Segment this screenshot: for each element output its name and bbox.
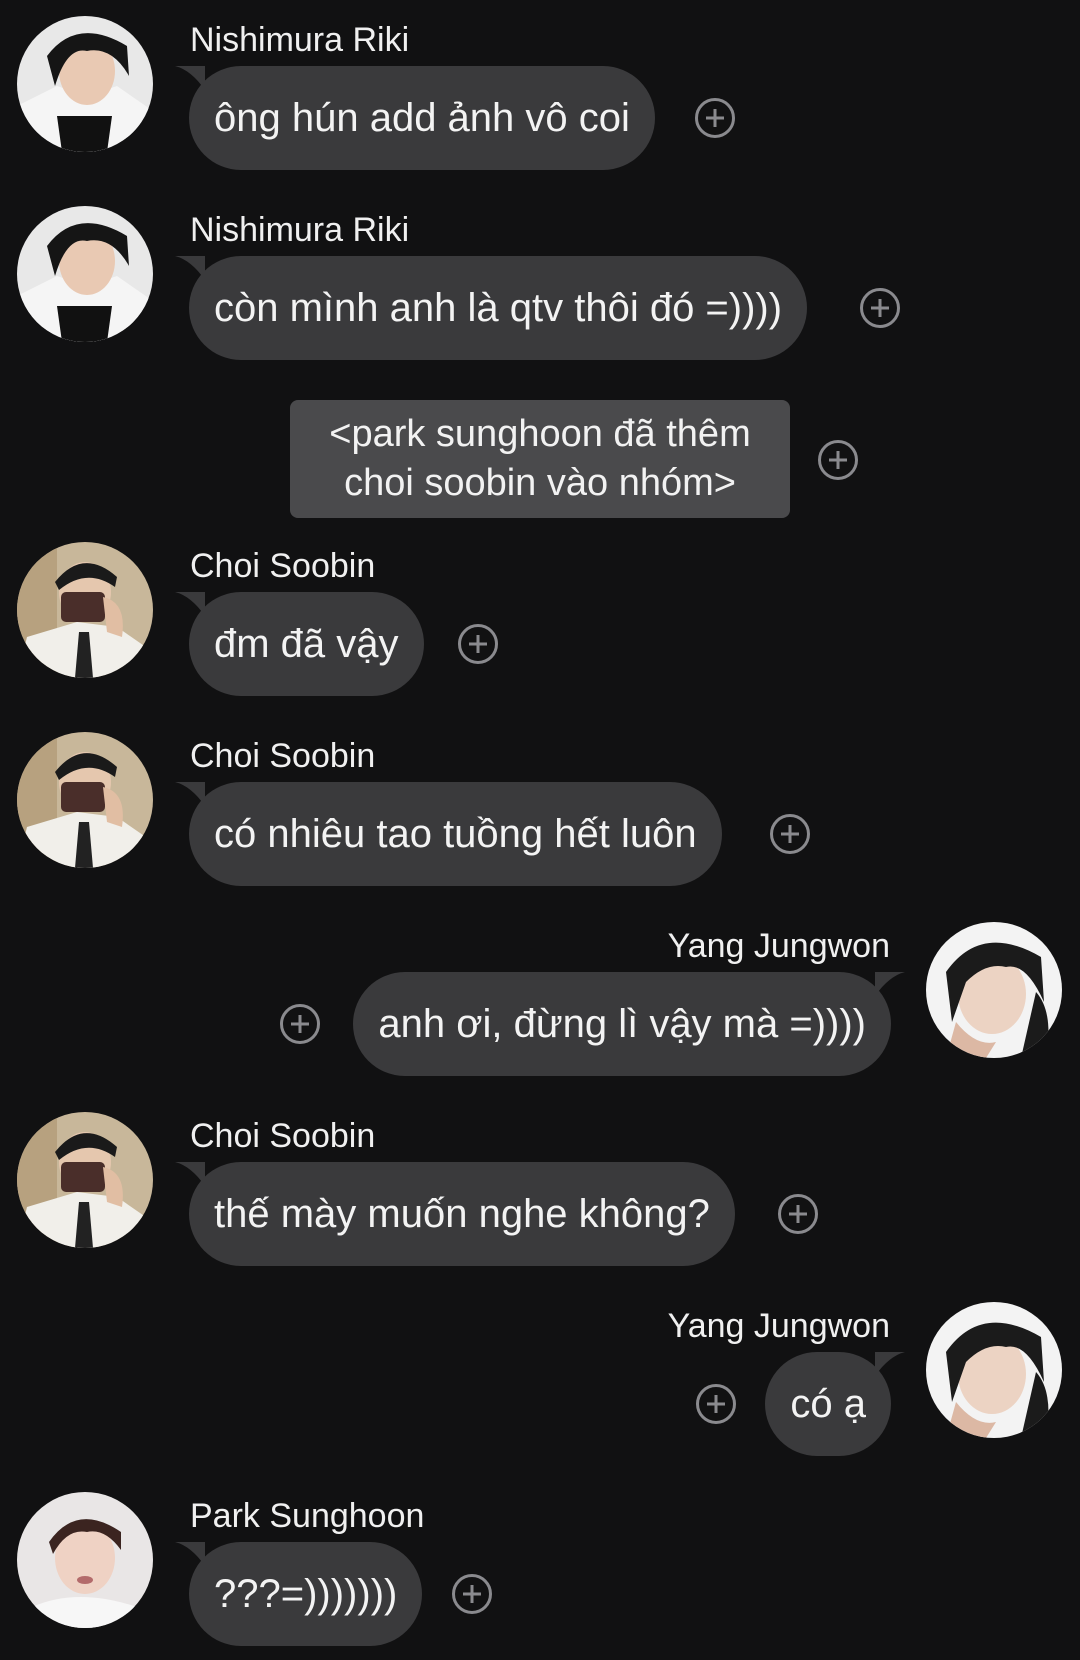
system-message-line: choi soobin vào nhóm> [344, 462, 736, 504]
chat-thread: Nishimura Riki ông hún add ảnh vô coi Ni… [0, 0, 1080, 1660]
avatar-nishimura-riki[interactable] [17, 206, 153, 342]
system-message-line: <park sunghoon đã thêm [329, 413, 751, 455]
bubble-tail [175, 782, 205, 806]
avatar-image [926, 922, 1062, 1058]
sender-name: Yang Jungwon [667, 927, 890, 965]
avatar-choi-soobin[interactable] [17, 1112, 153, 1248]
message-bubble[interactable]: còn mình anh là qtv thôi đó =)))) [175, 256, 808, 360]
bubble-tail [875, 1352, 905, 1376]
add-reaction-icon[interactable] [770, 814, 810, 854]
message-bubble[interactable]: thế mày muốn nghe không? [175, 1162, 735, 1266]
avatar-yang-jungwon[interactable] [926, 1302, 1062, 1438]
add-reaction-icon[interactable] [452, 1574, 492, 1614]
add-reaction-icon[interactable] [778, 1194, 818, 1234]
message-text: ???=))))))) [214, 1571, 398, 1616]
message-text: anh ơi, đừng lì vậy mà =)))) [378, 1001, 866, 1046]
message-bubble[interactable]: đm đã vậy [175, 592, 424, 696]
sender-name: Nishimura Riki [190, 211, 410, 249]
bubble-tail [175, 256, 205, 280]
add-reaction-icon[interactable] [458, 624, 498, 664]
message-text: ông hún add ảnh vô coi [214, 95, 630, 140]
sender-name: Choi Soobin [190, 737, 376, 775]
bubble-tail [175, 592, 205, 616]
message-bubble[interactable]: có ạ [765, 1352, 905, 1456]
bubble-tail [175, 1542, 205, 1566]
message-text: thế mày muốn nghe không? [214, 1191, 710, 1236]
message-text: có nhiêu tao tuồng hết luôn [214, 811, 697, 856]
message-bubble[interactable]: có nhiêu tao tuồng hết luôn [175, 782, 722, 886]
message-text: đm đã vậy [214, 621, 399, 666]
avatar-park-sunghoon[interactable] [17, 1492, 153, 1628]
avatar-image [17, 16, 153, 152]
sender-name: Choi Soobin [190, 1117, 376, 1155]
avatar-image [17, 732, 153, 868]
sender-name: Yang Jungwon [667, 1307, 890, 1345]
avatar-image [17, 1492, 153, 1628]
bubble-tail [875, 972, 905, 996]
sender-name: Choi Soobin [190, 547, 376, 585]
avatar-image [17, 542, 153, 678]
bubble-tail [175, 1162, 205, 1186]
add-reaction-icon[interactable] [860, 288, 900, 328]
system-message: <park sunghoon đã thêm choi soobin vào n… [290, 400, 790, 518]
add-reaction-icon[interactable] [696, 1384, 736, 1424]
avatar-image [17, 206, 153, 342]
sender-name: Park Sunghoon [190, 1497, 425, 1535]
bubble-tail [175, 66, 205, 90]
message-text: còn mình anh là qtv thôi đó =)))) [214, 285, 783, 330]
message-text: có ạ [790, 1381, 866, 1426]
message-bubble[interactable]: ???=))))))) [175, 1542, 423, 1646]
sender-name: Nishimura Riki [190, 21, 410, 59]
avatar-yang-jungwon[interactable] [926, 922, 1062, 1058]
avatar-choi-soobin[interactable] [17, 732, 153, 868]
add-reaction-icon[interactable] [818, 440, 858, 480]
message-bubble[interactable]: anh ơi, đừng lì vậy mà =)))) [353, 972, 905, 1076]
message-bubble[interactable]: ông hún add ảnh vô coi [175, 66, 655, 170]
add-reaction-icon[interactable] [695, 98, 735, 138]
avatar-choi-soobin[interactable] [17, 542, 153, 678]
avatar-nishimura-riki[interactable] [17, 16, 153, 152]
avatar-image [17, 1112, 153, 1248]
add-reaction-icon[interactable] [280, 1004, 320, 1044]
avatar-image [926, 1302, 1062, 1438]
